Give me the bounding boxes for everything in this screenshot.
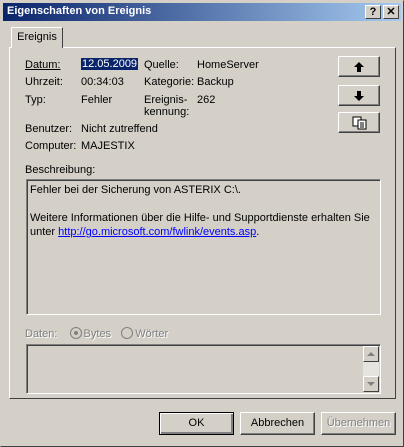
apply-button[interactable]: Übernehmen [321, 412, 396, 435]
benutzer-value: Nicht zutreffend [81, 123, 158, 135]
help-link[interactable]: http://go.microsoft.com/fwlink/events.as… [58, 226, 256, 238]
copy-button[interactable] [338, 112, 380, 133]
event-properties-window: Eigenschaften von Ereignis ? ✕ Ereignis … [0, 0, 404, 447]
radio-bytes-label: Bytes [83, 328, 112, 340]
next-event-button[interactable] [338, 85, 380, 106]
description-line-3-prefix: unter [30, 226, 59, 238]
scroll-down-button[interactable] [363, 376, 379, 392]
cancel-button[interactable]: Abbrechen [240, 412, 315, 435]
previous-event-button[interactable] [338, 56, 380, 77]
help-button[interactable]: ? [365, 5, 381, 19]
radio-bytes[interactable] [69, 327, 82, 339]
arrow-down-icon [354, 91, 364, 101]
data-section: Daten: Bytes Wörter [25, 327, 168, 340]
description-line-1: Fehler bei der Sicherung von ASTERIX C:\… [30, 184, 241, 196]
kennung-label-1: Ereignis- [144, 94, 188, 106]
uhrzeit-label: Uhrzeit: [25, 76, 63, 88]
kennung-value: 262 [197, 94, 216, 106]
kategorie-label: Kategorie: [144, 76, 195, 88]
arrow-up-icon [354, 62, 364, 72]
scroll-up-icon [367, 352, 375, 356]
copy-icon [352, 116, 367, 130]
description-line-3: unter http://go.microsoft.com/fwlink/eve… [30, 225, 377, 239]
datum-label-text: Datum: [25, 59, 61, 71]
quelle-value: HomeServer [197, 59, 259, 71]
description-label: Beschreibung: [25, 164, 96, 176]
datum-value[interactable]: 12.05.2009 [81, 58, 139, 70]
typ-label: Typ: [25, 94, 46, 106]
data-scrollbar[interactable] [363, 346, 379, 392]
description-line-2: Weitere Informationen über die Hilfe- un… [30, 212, 370, 224]
benutzer-label: Benutzer: [25, 123, 73, 135]
uhrzeit-value: 00:34:03 [81, 76, 124, 88]
description-box[interactable]: Fehler bei der Sicherung von ASTERIX C:\… [26, 179, 381, 315]
kennung-label-2: kennung: [144, 106, 190, 118]
radio-words[interactable] [121, 327, 134, 339]
close-button[interactable]: ✕ [383, 5, 399, 19]
title-bar[interactable]: Eigenschaften von Ereignis ? ✕ [3, 3, 401, 21]
data-box[interactable] [26, 344, 381, 394]
data-label: Daten: [25, 328, 58, 340]
description-line-3-suffix: . [256, 226, 260, 238]
radio-words-label: Wörter [135, 328, 169, 340]
scroll-down-icon [367, 382, 375, 386]
computer-label: Computer: [25, 140, 77, 152]
tab-ereignis[interactable]: Ereignis [11, 27, 63, 48]
datum-label: Datum: [25, 59, 60, 71]
quelle-label: Quelle: [144, 59, 179, 71]
window-title: Eigenschaften von Ereignis [7, 5, 152, 17]
computer-value: MAJESTIX [81, 140, 135, 152]
ok-button[interactable]: OK [159, 412, 234, 435]
datum-value-text: 12.05.2009 [81, 58, 139, 70]
kategorie-value: Backup [197, 76, 234, 88]
scroll-up-button[interactable] [363, 346, 379, 362]
typ-value: Fehler [81, 94, 113, 106]
